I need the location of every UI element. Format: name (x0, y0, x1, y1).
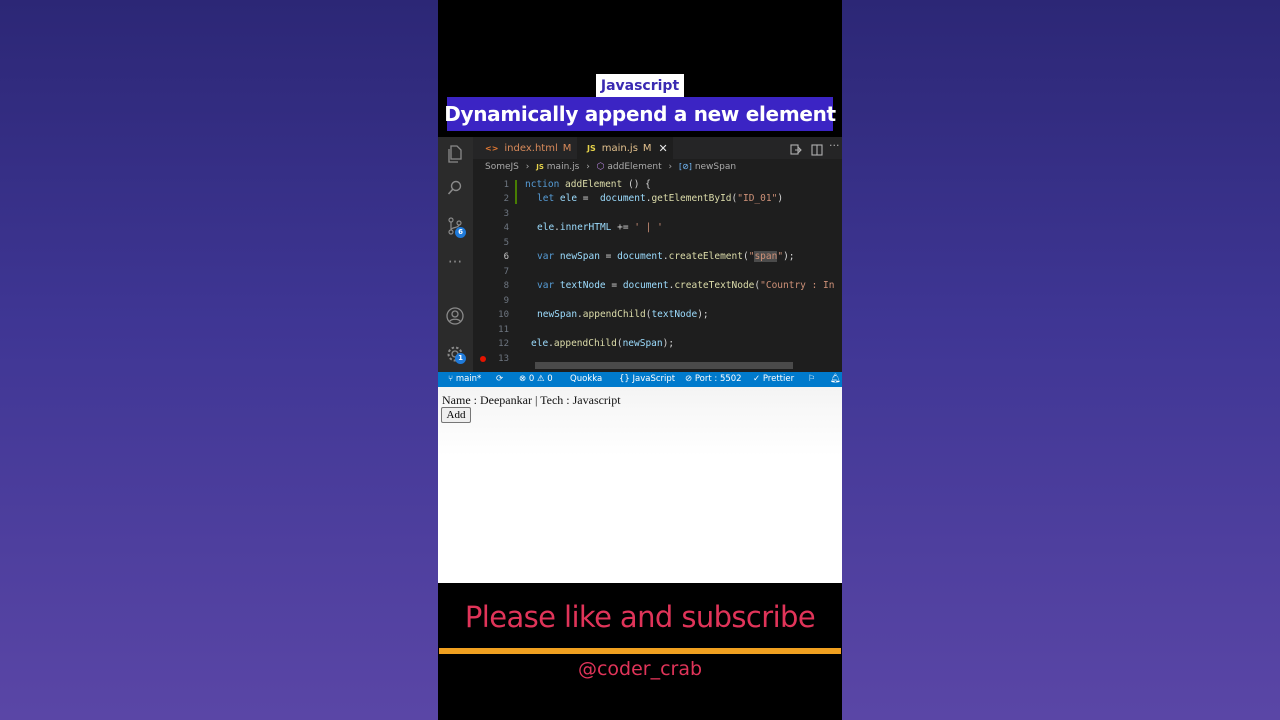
code-line-8: var textNode = document.createTextNode("… (537, 280, 835, 291)
js-file-icon: JS (536, 163, 544, 171)
code-editor-window: 6 ··· 1 <> index.html M JS main.js M ✕ ·… (438, 137, 842, 387)
topic-tag: Javascript (596, 74, 684, 97)
breadcrumb: SomeJS › JS main.js › ⬡ addElement › [⊘]… (485, 162, 737, 172)
js-file-icon: JS (587, 143, 596, 153)
breadcrumb-item[interactable]: main.js (547, 162, 580, 172)
line-number: 13 (498, 354, 509, 364)
problems-indicator[interactable]: ⊗ 0 ⚠ 0 (519, 372, 553, 387)
tab-index-html[interactable]: <> index.html M (473, 137, 585, 159)
activity-bar: 6 ··· 1 (438, 137, 473, 372)
source-control-badge: 6 (455, 227, 466, 238)
line-number: 4 (503, 223, 509, 233)
code-line-1: nction addElement () { (525, 179, 651, 190)
line-number: 7 (503, 267, 509, 277)
tab-label: main.js (601, 142, 638, 154)
close-tab-icon[interactable]: ✕ (659, 142, 668, 155)
breadcrumb-item[interactable]: newSpan (695, 162, 736, 172)
breadcrumb-item[interactable]: addElement (607, 162, 661, 172)
subscribe-call-to-action: Please like and subscribe (464, 600, 816, 634)
split-editor-icon[interactable] (811, 141, 823, 160)
search-icon[interactable] (446, 180, 464, 198)
code-line-2: let ele = document.getElementById("ID_01… (537, 193, 784, 204)
divider-bar (439, 648, 841, 654)
line-number: 2 (503, 194, 509, 204)
add-button[interactable]: Add (441, 407, 471, 423)
rendered-text: Name : Deepankar | Tech : Javascript (442, 393, 621, 407)
live-server-port[interactable]: ⊘ Port : 5502 (685, 372, 742, 387)
open-changes-icon[interactable] (790, 141, 802, 160)
account-icon[interactable] (446, 307, 464, 325)
line-number: 9 (503, 296, 509, 306)
breadcrumb-item[interactable]: SomeJS (485, 162, 519, 172)
video-headline: Dynamically append a new element (444, 97, 836, 131)
horizontal-scrollbar[interactable] (535, 362, 793, 369)
gutter-modified-marker (515, 180, 517, 204)
line-number: 11 (498, 325, 509, 335)
sync-icon[interactable]: ⟳ (496, 372, 503, 387)
prettier-indicator[interactable]: ✓ Prettier (753, 372, 794, 387)
code-line-12: ele.appendChild(newSpan); (531, 338, 675, 349)
line-number: 5 (503, 238, 509, 248)
editor-tab-bar: <> index.html M JS main.js M ✕ ··· (473, 137, 842, 159)
branch-indicator[interactable]: ⑂ main* (448, 372, 481, 387)
video-frame: Javascript Dynamically append a new elem… (438, 0, 842, 720)
explorer-icon[interactable] (446, 145, 464, 163)
line-number: 3 (503, 209, 509, 219)
editor-more-actions-icon[interactable]: ··· (829, 139, 840, 152)
line-number: 10 (498, 310, 509, 320)
search-match-highlight: span (754, 251, 778, 262)
line-number: 6 (503, 252, 509, 262)
tab-modified-marker: M (562, 142, 572, 154)
code-area[interactable]: 1 2 3 4 5 6 7 8 9 10 11 12 13 nction add… (473, 176, 842, 372)
settings-badge: 1 (455, 353, 466, 364)
code-line-6: var newSpan = document.createElement("sp… (537, 251, 795, 262)
line-number: 1 (503, 180, 509, 190)
channel-handle: @coder_crab (577, 658, 703, 680)
line-number: 12 (498, 339, 509, 349)
feedback-icon[interactable]: ⚐ (808, 372, 816, 387)
more-icon[interactable]: ··· (446, 253, 464, 271)
tab-modified-marker: M (642, 142, 652, 154)
browser-preview: Name : Deepankar | Tech : Javascript Add (438, 387, 842, 583)
variable-icon: [⊘] (678, 162, 692, 171)
language-mode[interactable]: {} JavaScript (619, 372, 675, 387)
code-line-4: ele.innerHTML += ' | ' (537, 222, 663, 233)
line-number: 8 (503, 281, 509, 291)
html-file-icon: <> (485, 143, 499, 153)
tab-main-js[interactable]: JS main.js M ✕ (577, 137, 673, 159)
method-icon: ⬡ (596, 162, 605, 172)
code-line-10: newSpan.appendChild(textNode); (537, 309, 709, 320)
notifications-bell-icon[interactable]: 🔔︎ (830, 372, 841, 387)
quokka-indicator[interactable]: Quokka (570, 372, 602, 387)
tab-label: index.html (504, 142, 558, 154)
status-bar: ⑂ main* ⟳ ⊗ 0 ⚠ 0 Quokka {} JavaScript ⊘… (438, 372, 842, 387)
